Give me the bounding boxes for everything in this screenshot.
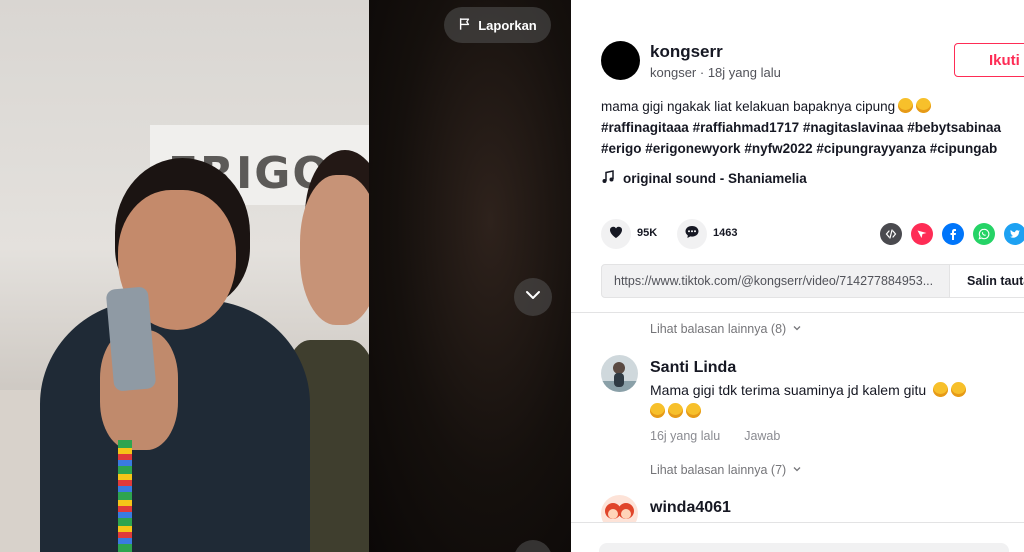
video-caption: mama gigi ngakak liat kelakuan bapaknya … <box>601 96 1024 159</box>
comment-time: 16j yang lalu <box>650 429 721 443</box>
rofl-emoji-icon <box>916 98 932 113</box>
twitter-icon[interactable] <box>1004 223 1024 245</box>
laughing-emoji-icon <box>668 403 683 418</box>
hashtag-link[interactable]: #nagitaslavinaa <box>803 120 904 135</box>
laughing-emoji-icon <box>933 382 949 397</box>
video-info-panel: kongserr kongser · 18j yang lalu Ikuti m… <box>571 0 1024 552</box>
laughing-emoji-icon <box>650 403 665 418</box>
comment-count: 1463 <box>713 227 738 239</box>
hashtag-link[interactable]: #cipungab <box>930 141 998 156</box>
hashtag-link[interactable]: #cipungrayyanza <box>816 141 926 156</box>
author-username[interactable]: kongserr <box>650 42 723 62</box>
view-more-replies[interactable]: Lihat balasan lainnya (8) <box>650 322 802 336</box>
caption-text: mama gigi ngakak liat kelakuan bapaknya … <box>601 99 896 114</box>
hashtag-link[interactable]: #raffinagitaaa <box>601 120 689 135</box>
person-left-body <box>40 300 310 552</box>
share-link-url[interactable]: https://www.tiktok.com/@kongserr/video/7… <box>614 274 950 288</box>
report-button[interactable]: Laporkan <box>444 7 551 43</box>
share-link-box: https://www.tiktok.com/@kongserr/video/7… <box>601 264 1024 298</box>
send-to-friends-icon[interactable] <box>911 223 933 245</box>
post-time: 18j yang lalu <box>707 65 781 80</box>
embed-icon[interactable] <box>880 223 902 245</box>
reply-button[interactable]: Jawab <box>744 429 780 443</box>
rofl-emoji-icon <box>898 98 914 113</box>
chevron-down-icon <box>792 322 802 336</box>
author-nickname: kongser <box>650 65 697 80</box>
comment-input[interactable] <box>599 543 1009 552</box>
caption-line-3: #erigo #erigonewyork #nyfw2022 #cipungra… <box>601 138 1024 159</box>
like-count: 95K <box>637 227 658 239</box>
comment-meta: 16j yang lalu Jawab <box>650 429 780 443</box>
author-avatar[interactable] <box>601 41 640 80</box>
chevron-down-icon <box>523 285 543 310</box>
heart-icon <box>608 224 624 245</box>
flag-icon <box>458 17 472 34</box>
view-more-label: Lihat balasan lainnya (7) <box>650 463 787 477</box>
phone-strap <box>118 440 132 552</box>
comment-body: Mama gigi tdk terima suaminya jd kalem g… <box>650 382 927 398</box>
hashtag-link[interactable]: #raffiahmad1717 <box>693 120 800 135</box>
comment-avatar[interactable] <box>601 355 638 392</box>
caption-line-1: mama gigi ngakak liat kelakuan bapaknya … <box>601 96 1024 117</box>
video-background-blur <box>369 0 571 552</box>
video-frame: ERIGO X <box>0 0 369 552</box>
hashtag-link[interactable]: #bebytsabinaa <box>907 120 1001 135</box>
copy-link-button[interactable]: Salin tauta <box>949 265 1024 297</box>
whatsapp-icon[interactable] <box>973 223 995 245</box>
person-right-face <box>300 175 369 325</box>
music-note-icon <box>601 170 615 187</box>
laughing-emoji-icon <box>686 403 701 418</box>
phone <box>105 286 157 392</box>
sound-link[interactable]: original sound - Shaniamelia <box>601 170 807 187</box>
comment-input-bar <box>571 522 1024 552</box>
facebook-icon[interactable] <box>942 223 964 245</box>
comment-username[interactable]: Santi Linda <box>650 359 736 377</box>
video-player[interactable]: ERIGO X Laporkan <box>0 0 571 552</box>
comment-text: Mama gigi tdk terima suaminya jd kalem g… <box>650 380 1000 422</box>
comment-bubble-icon <box>684 224 700 245</box>
hashtag-link[interactable]: #erigo <box>601 141 642 156</box>
comment-username[interactable]: winda4061 <box>650 499 731 517</box>
like-button[interactable] <box>601 219 631 249</box>
caption-line-2: #raffinagitaaa #raffiahmad1717 #nagitasl… <box>601 117 1024 138</box>
view-more-label: Lihat balasan lainnya (8) <box>650 322 787 336</box>
view-more-replies[interactable]: Lihat balasan lainnya (7) <box>650 463 802 477</box>
chevron-down-icon <box>792 463 802 477</box>
comment-button[interactable] <box>677 219 707 249</box>
next-video-button[interactable] <box>514 278 552 316</box>
comments-list: Lihat balasan lainnya (8) Santi Linda Ma… <box>571 313 1024 552</box>
report-label: Laporkan <box>478 17 537 33</box>
meta-separator: · <box>699 65 708 80</box>
laughing-emoji-icon <box>951 382 967 397</box>
sound-label: original sound - Shaniamelia <box>623 171 807 186</box>
hashtag-link[interactable]: #erigonewyork <box>645 141 740 156</box>
author-meta: kongser · 18j yang lalu <box>650 65 781 80</box>
hashtag-link[interactable]: #nyfw2022 <box>744 141 812 156</box>
follow-button[interactable]: Ikuti <box>954 43 1024 77</box>
